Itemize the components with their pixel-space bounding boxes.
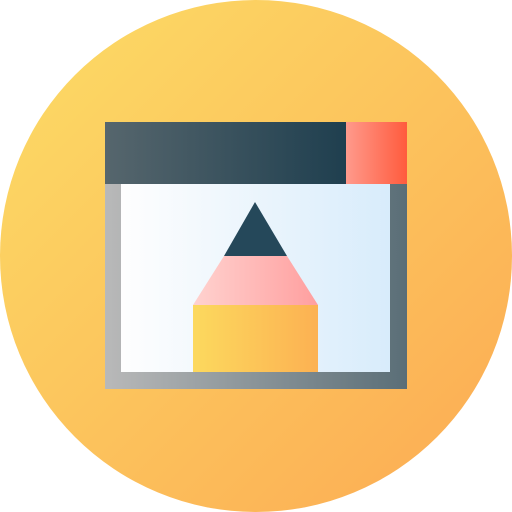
pencil-body bbox=[193, 305, 318, 372]
design-app-window-pencil-icon bbox=[0, 0, 512, 512]
window-close-block bbox=[346, 122, 407, 184]
icon-canvas bbox=[0, 0, 512, 512]
window-titlebar bbox=[105, 122, 346, 184]
